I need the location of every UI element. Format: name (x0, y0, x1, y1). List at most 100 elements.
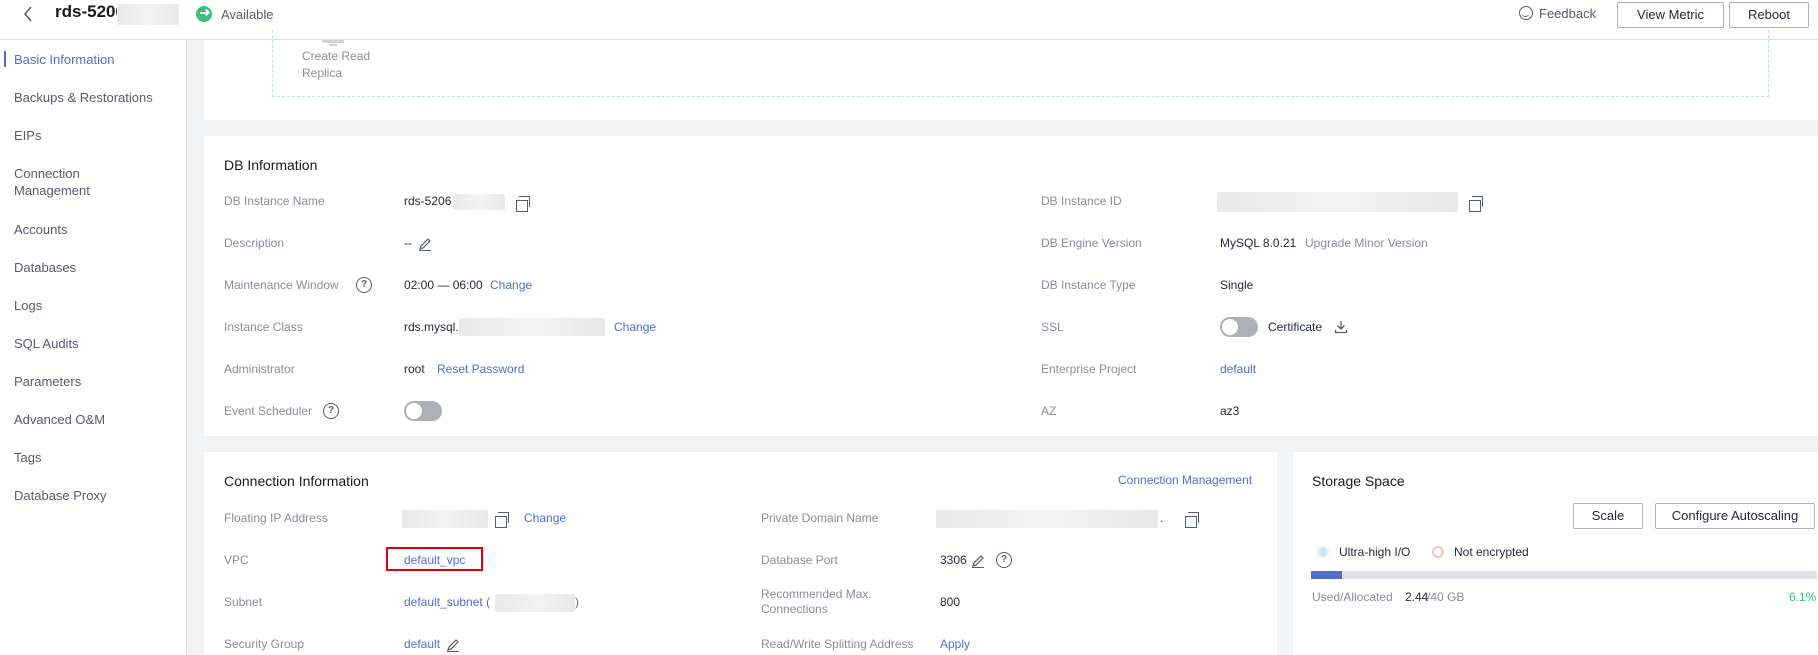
download-icon[interactable] (1334, 320, 1348, 334)
status-text: Available (221, 7, 274, 22)
max-connections-value: 800 (940, 595, 961, 609)
vpc-highlight-box (386, 547, 483, 571)
available-status-icon (196, 6, 212, 22)
sidebar-item-eips[interactable]: EIPs (14, 127, 41, 144)
az-label: AZ (1041, 404, 1057, 418)
floating-ip-label: Floating IP Address (224, 511, 328, 525)
enterprise-project-link[interactable]: default (1220, 362, 1256, 376)
storage-usage-track (1311, 571, 1817, 579)
engine-version-value: MySQL 8.0.21 (1220, 236, 1297, 250)
feedback-link[interactable]: Feedback (1539, 6, 1596, 21)
edit-icon[interactable] (446, 638, 460, 652)
description-label: Description (224, 236, 285, 250)
redacted-title-suffix (117, 4, 179, 25)
feedback-icon[interactable] (1519, 6, 1533, 20)
administrator-label: Administrator (224, 362, 295, 376)
create-replica-box[interactable] (272, 30, 1769, 97)
view-metric-button[interactable]: View Metric (1617, 2, 1724, 28)
private-domain-suffix: . (1160, 511, 1164, 525)
maintenance-window-label: Maintenance Window (224, 278, 339, 292)
event-scheduler-toggle[interactable] (404, 401, 442, 421)
replica-monitor-icon (322, 40, 344, 46)
copy-icon[interactable] (516, 196, 530, 212)
instance-type-value: Single (1220, 278, 1254, 292)
event-scheduler-label: Event Scheduler (224, 404, 313, 418)
connection-information-title: Connection Information (224, 473, 369, 489)
subnet-label: Subnet (224, 595, 263, 609)
sidebar-item-database-proxy[interactable]: Database Proxy (14, 487, 107, 504)
security-group-link[interactable]: default (404, 637, 440, 651)
connection-management-link[interactable]: Connection Management (1118, 473, 1252, 487)
floating-ip-change-link[interactable]: Change (524, 511, 566, 525)
instance-class-change-link[interactable]: Change (614, 320, 656, 334)
redacted-private-domain (936, 510, 1158, 528)
sidebar-item-backups-restorations[interactable]: Backups & Restorations (14, 89, 153, 106)
redacted-instance-class (459, 318, 605, 336)
sidebar-item-logs[interactable]: Logs (14, 297, 42, 314)
db-information-title: DB Information (224, 157, 318, 173)
help-icon[interactable]: ? (996, 552, 1012, 568)
not-encrypted-icon (1432, 546, 1444, 558)
ssl-label: SSL (1041, 320, 1064, 334)
subnet-close-paren: ) (575, 595, 579, 609)
sidebar-item-tags[interactable]: Tags (14, 449, 41, 466)
rw-splitting-apply-link[interactable]: Apply (940, 637, 970, 651)
copy-icon[interactable] (495, 512, 509, 528)
redacted-instance-name (453, 194, 505, 210)
ssl-toggle[interactable] (1220, 317, 1258, 337)
sidebar-item-advanced-om[interactable]: Advanced O&M (14, 411, 105, 428)
instance-id-label: DB Instance ID (1041, 194, 1122, 208)
help-icon[interactable]: ? (356, 277, 372, 293)
private-domain-label: Private Domain Name (761, 511, 879, 525)
subnet-link[interactable]: default_subnet ( (404, 595, 490, 609)
instance-name-value: rds-5206 (404, 194, 452, 208)
reset-password-link[interactable]: Reset Password (437, 362, 524, 376)
copy-icon[interactable] (1469, 196, 1483, 212)
instance-name-label: DB Instance Name (224, 194, 325, 208)
maintenance-change-link[interactable]: Change (490, 278, 532, 292)
engine-version-label: DB Engine Version (1041, 236, 1142, 250)
administrator-value: root (404, 362, 425, 376)
storage-usage-fill (1311, 571, 1342, 579)
reboot-button[interactable]: Reboot (1729, 2, 1809, 28)
help-icon[interactable]: ? (323, 403, 339, 419)
create-replica-label[interactable]: Create Read Replica (302, 48, 370, 82)
configure-autoscaling-button[interactable]: Configure Autoscaling (1655, 503, 1815, 529)
sidebar-item-accounts[interactable]: Accounts (14, 221, 67, 238)
sidebar-item-parameters[interactable]: Parameters (14, 373, 81, 390)
redacted-floating-ip (402, 510, 488, 528)
maintenance-window-value: 02:00 — 06:00 (404, 278, 483, 292)
used-allocated-label: Used/Allocated (1312, 590, 1393, 604)
used-value: 2.44 (1405, 590, 1429, 604)
instance-type-label: DB Instance Type (1041, 278, 1136, 292)
usage-percent: 6.1% (1789, 590, 1817, 604)
instance-title: rds-5206 (55, 2, 125, 21)
sidebar-item-databases[interactable]: Databases (14, 259, 76, 276)
copy-icon[interactable] (1185, 512, 1199, 528)
sidebar-item-basic-information[interactable]: Basic Information (14, 51, 114, 68)
instance-class-value: rds.mysql. (404, 320, 459, 334)
scale-button[interactable]: Scale (1573, 503, 1643, 529)
sidebar-item-connection-management[interactable]: Connection Management (14, 165, 134, 199)
certificate-label: Certificate (1268, 320, 1323, 334)
redacted-instance-id (1217, 192, 1458, 212)
storage-space-title: Storage Space (1312, 473, 1405, 489)
ultra-high-io-label: Ultra-high I/O (1339, 545, 1411, 559)
edit-icon[interactable] (418, 237, 432, 251)
not-encrypted-label: Not encrypted (1454, 545, 1529, 559)
redacted-subnet-cidr (495, 594, 575, 612)
az-value: az3 (1220, 404, 1240, 418)
upgrade-minor-version[interactable]: Upgrade Minor Version (1305, 236, 1428, 250)
database-port-value: 3306 (940, 553, 967, 567)
active-indicator (4, 51, 6, 67)
enterprise-project-label: Enterprise Project (1041, 362, 1137, 376)
description-value: -- (404, 236, 412, 250)
sidebar-item-sql-audits[interactable]: SQL Audits (14, 335, 79, 352)
chevron-left-icon[interactable] (20, 4, 36, 24)
rw-splitting-label: Read/Write Splitting Address (761, 637, 914, 651)
max-connections-label: Recommended Max. Connections (761, 587, 872, 616)
edit-icon[interactable] (971, 554, 985, 568)
instance-class-label: Instance Class (224, 320, 303, 334)
security-group-label: Security Group (224, 637, 305, 651)
ultra-high-io-icon (1317, 546, 1329, 558)
